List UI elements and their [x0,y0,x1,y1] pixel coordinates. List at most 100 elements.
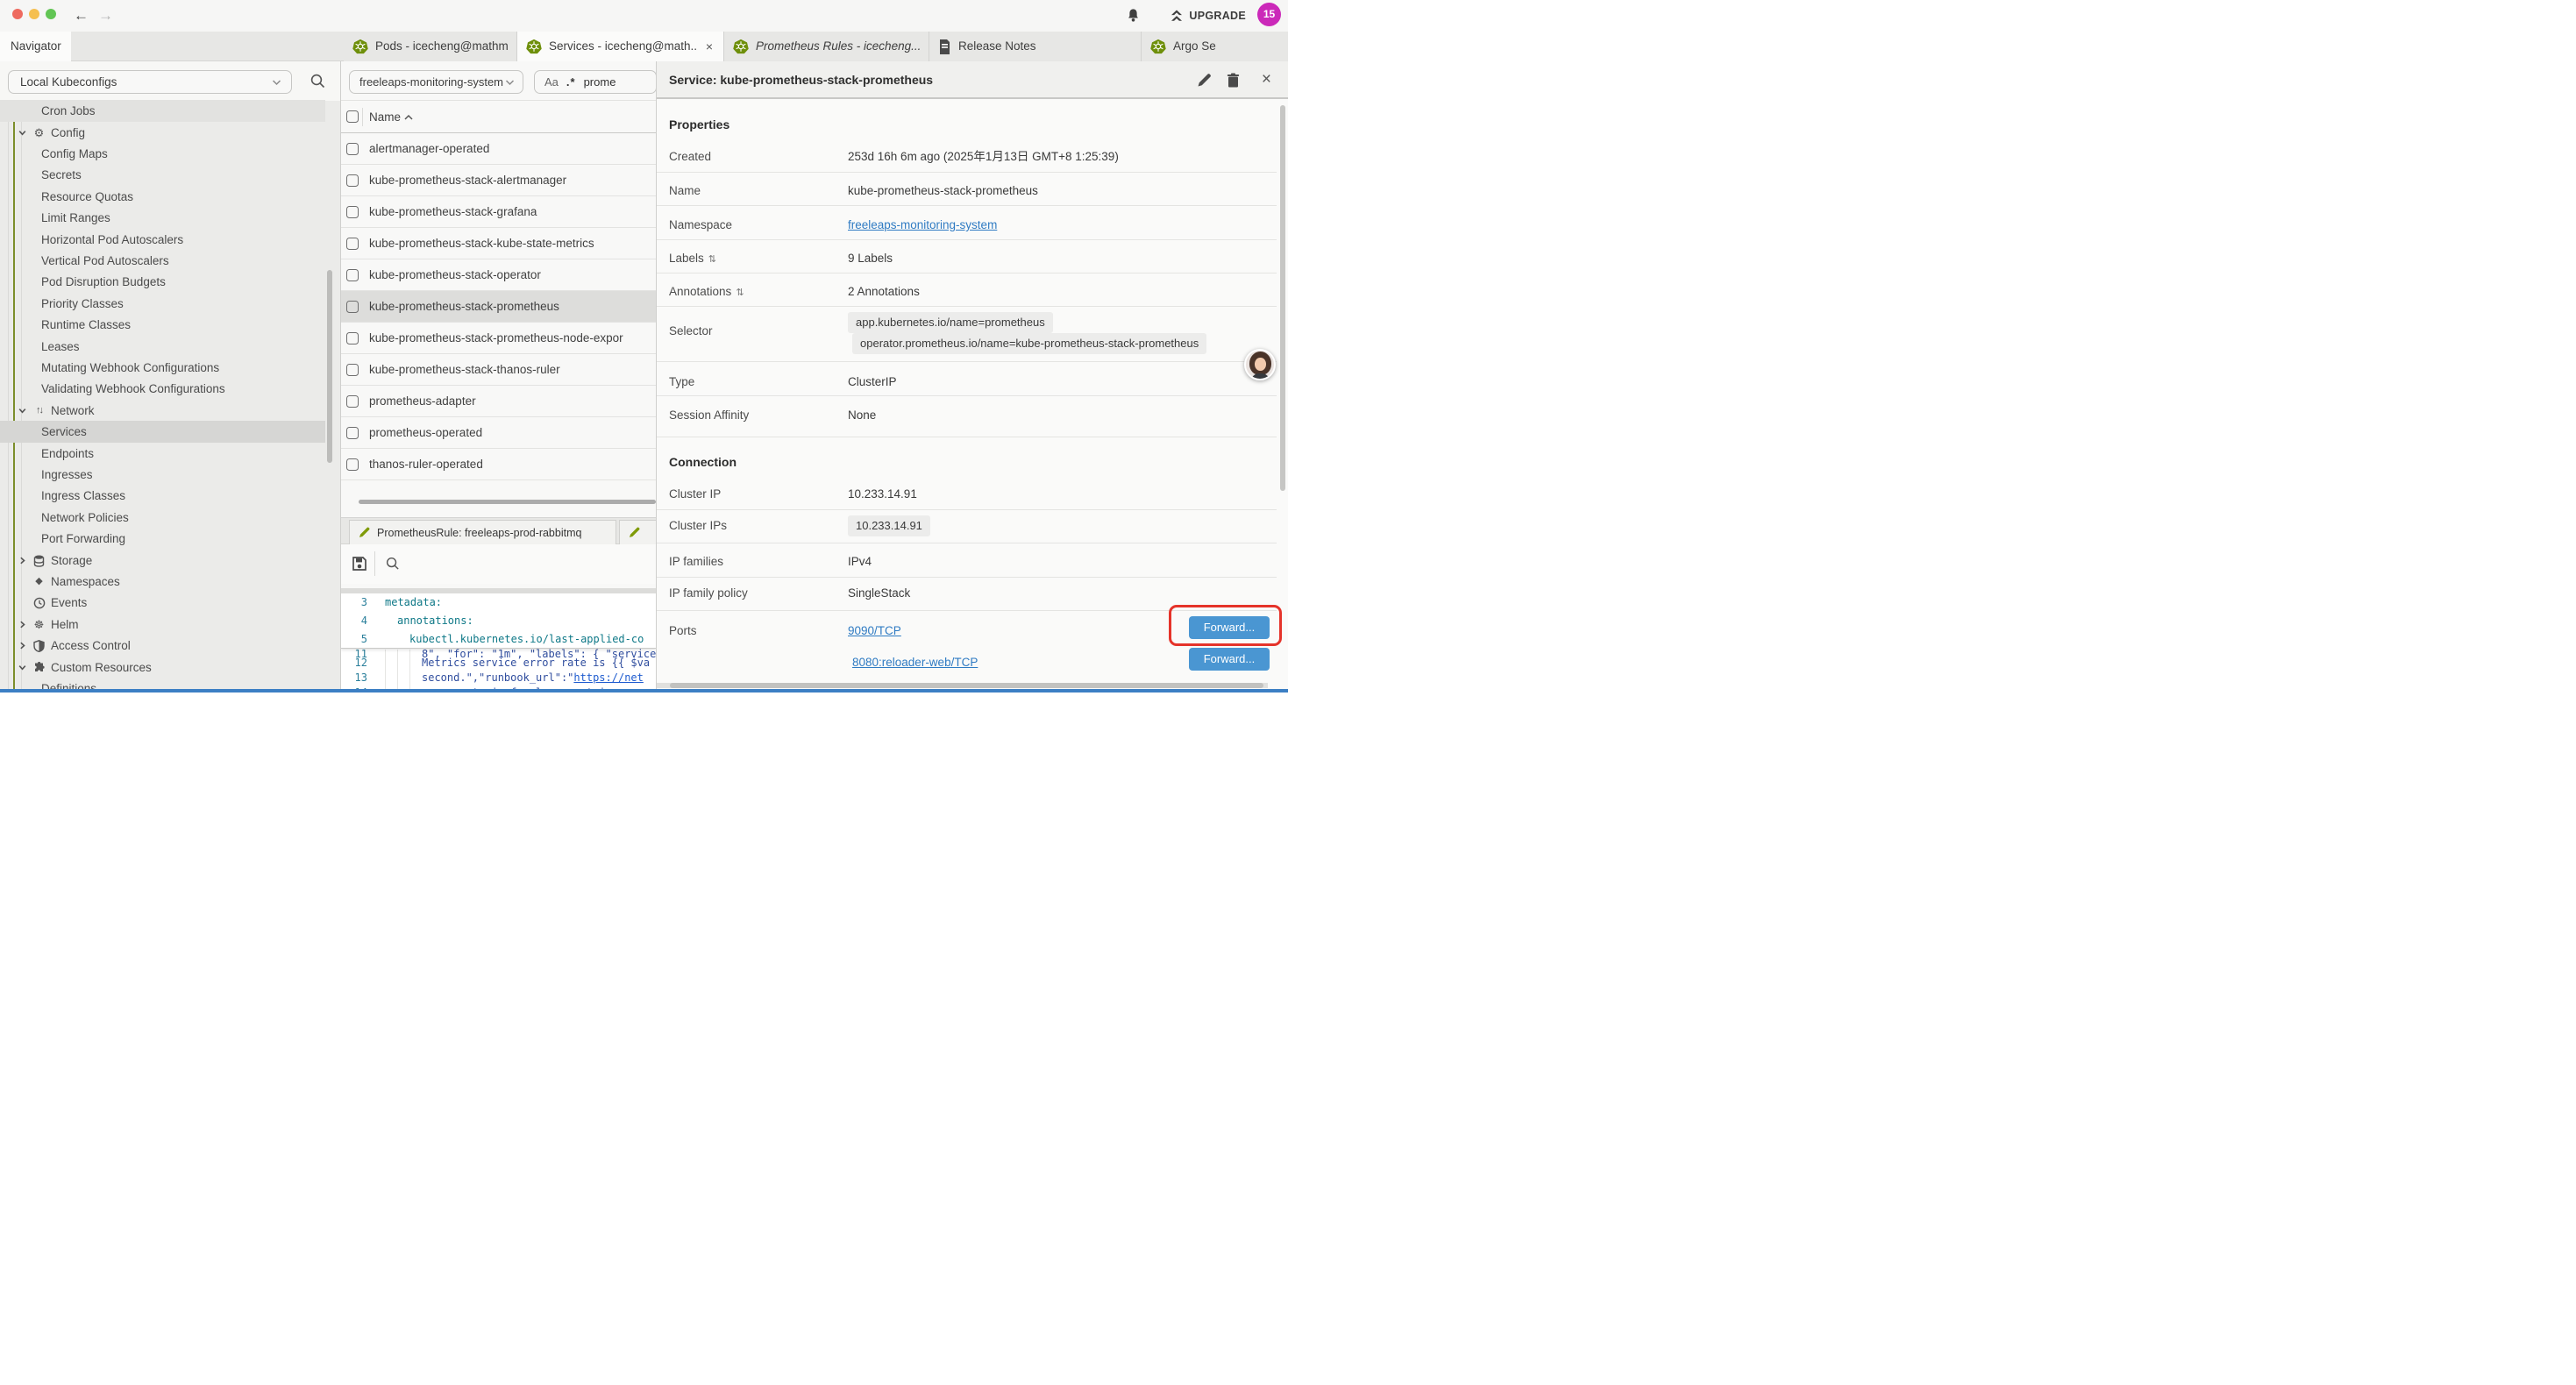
table-row[interactable]: prometheus-operated [341,417,656,449]
sidebar-item-vertical-pod-autoscalers[interactable]: Vertical Pod Autoscalers [0,250,341,272]
tab-services[interactable]: Services - icecheng@math... × [517,32,724,61]
sidebar-item-horizontal-pod-autoscalers[interactable]: Horizontal Pod Autoscalers [0,229,341,251]
tab-pods[interactable]: Pods - icecheng@mathmas... [344,32,517,61]
table-row[interactable]: kube-prometheus-stack-grafana [341,196,656,228]
forward-button[interactable]: → [98,0,113,32]
row-checkbox[interactable] [346,301,359,313]
table-row[interactable]: kube-prometheus-stack-kube-state-metrics [341,228,656,259]
horizontal-scrollbar[interactable] [359,500,656,504]
row-checkbox[interactable] [346,206,359,218]
table-row-selected[interactable]: kube-prometheus-stack-prometheus [341,291,656,323]
filter-input[interactable]: Aa .* prome [534,70,656,94]
table-row[interactable]: kube-prometheus-stack-prometheus-node-ex… [341,323,656,354]
sidebar-scrollbar[interactable] [327,270,332,463]
pencil-icon [359,527,370,538]
row-checkbox[interactable] [346,427,359,439]
sidebar-item-limit-ranges[interactable]: Limit Ranges [0,207,341,229]
cluster-ips-label: Cluster IPs [669,517,727,535]
drawer-horizontal-scrollbar-thumb[interactable] [670,683,1263,688]
row-checkbox[interactable] [346,174,359,187]
close-tab-icon[interactable]: × [704,32,715,61]
port-link-9090[interactable]: 9090/TCP [848,622,901,640]
sidebar-item-runtime-classes[interactable]: Runtime Classes [0,314,341,336]
tab-argo[interactable]: Argo Se [1142,32,1288,61]
yaml-editor[interactable]: 11 8", "for": "1m", "labels": { "service… [341,593,656,692]
sidebar-item-endpoints[interactable]: Endpoints [0,443,341,465]
namespace-dropdown[interactable]: freeleaps-monitoring-system [349,70,523,94]
row-checkbox[interactable] [346,332,359,344]
sidebar-item-ingresses[interactable]: Ingresses [0,464,341,486]
sidebar-item-priority-classes[interactable]: Priority Classes [0,293,341,315]
sidebar-item-mutating-webhook-configurations[interactable]: Mutating Webhook Configurations [0,357,341,379]
table-row[interactable]: thanos-ruler-operated [341,449,656,480]
tab-release-notes[interactable]: Release Notes [929,32,1142,61]
regex-toggle[interactable]: .* [566,75,576,89]
row-checkbox[interactable] [346,458,359,471]
sidebar-item-port-forwarding[interactable]: Port Forwarding [0,528,341,550]
namespace-link[interactable]: freeleaps-monitoring-system [848,217,997,234]
save-icon[interactable] [352,556,367,572]
sidebar-group-network[interactable]: ↑↓ Network [0,400,341,422]
editor-tab-prometheusrule[interactable]: PrometheusRule: freeleaps-prod-rabbitmq [349,520,616,544]
sidebar-group-helm[interactable]: ☸ Helm [0,614,341,636]
search-icon[interactable] [310,73,326,89]
table-row[interactable]: kube-prometheus-stack-alertmanager [341,165,656,196]
avatar[interactable] [1244,349,1276,380]
sidebar-item-config-maps[interactable]: Config Maps [0,143,341,165]
annotations-value[interactable]: 2 Annotations [848,283,920,301]
sidebar-item-namespaces[interactable]: ◆ Namespaces [0,571,341,593]
editor-search-icon[interactable] [385,556,401,572]
match-case-toggle[interactable]: Aa [544,75,559,89]
row-checkbox[interactable] [346,143,359,155]
row-checkbox[interactable] [346,238,359,250]
selector-label: Selector [669,323,713,340]
sidebar-item-ingress-classes[interactable]: Ingress Classes [0,485,341,507]
labels-value[interactable]: 9 Labels [848,250,893,267]
sidebar-item-secrets[interactable]: Secrets [0,164,341,186]
tab-prometheus-rules[interactable]: Prometheus Rules - icecheng... [724,32,929,61]
close-icon[interactable]: × [1262,69,1271,90]
port-link-8080[interactable]: 8080:reloader-web/TCP [852,654,978,671]
row-checkbox[interactable] [346,395,359,408]
column-header-name[interactable]: Name [369,101,401,133]
sidebar-group-custom-resources[interactable]: Custom Resources [0,657,341,678]
row-checkbox[interactable] [346,364,359,376]
sidebar-item-leases[interactable]: Leases [0,336,341,358]
navigator-tab[interactable]: Navigator [0,32,71,61]
sidebar-group-access-control[interactable]: Access Control [0,635,341,657]
sidebar-item-validating-webhook-configurations[interactable]: Validating Webhook Configurations [0,378,341,400]
close-window-button[interactable] [12,9,23,19]
sidebar-group-storage[interactable]: Storage [0,550,341,572]
table-row[interactable]: prometheus-adapter [341,386,656,417]
cluster-ips-chip[interactable]: 10.233.14.91 [848,515,930,536]
select-all-checkbox[interactable] [346,110,359,123]
table-row[interactable]: kube-prometheus-stack-thanos-ruler [341,354,656,386]
sidebar-group-config[interactable]: ⚙ Config [0,122,341,144]
upgrade-button[interactable]: UPGRADE [1170,0,1246,32]
notifications-bell-icon[interactable] [1126,8,1141,24]
sidebar-item-services[interactable]: Services [0,421,325,443]
delete-trash-icon[interactable] [1227,73,1240,88]
sort-ascending-icon[interactable] [403,113,414,122]
selector-chip[interactable]: app.kubernetes.io/name=prometheus [848,312,1053,333]
sidebar-item-pod-disruption-budgets[interactable]: Pod Disruption Budgets [0,271,341,293]
runbook-url-link[interactable]: https://net [573,671,643,684]
table-row[interactable]: alertmanager-operated [341,133,656,165]
back-button[interactable]: ← [74,0,89,32]
forward-button-8080[interactable]: Forward... [1189,648,1270,671]
drawer-vertical-scrollbar[interactable] [1280,105,1285,491]
row-checkbox[interactable] [346,269,359,281]
table-row[interactable]: kube-prometheus-stack-operator [341,259,656,291]
edit-pencil-icon[interactable] [1197,73,1212,88]
sidebar-item-resource-quotas[interactable]: Resource Quotas [0,186,341,208]
editor-tab-next[interactable] [619,520,656,544]
kubeconfig-dropdown[interactable]: Local Kubeconfigs [8,70,292,94]
sidebar-item-network-policies[interactable]: Network Policies [0,507,341,529]
indent-guide [385,650,386,692]
sidebar-item-events[interactable]: Events [0,592,341,614]
maximize-window-button[interactable] [46,9,56,19]
notification-count-badge[interactable]: 15 [1257,3,1281,26]
selector-chip[interactable]: operator.prometheus.io/name=kube-prometh… [852,333,1206,354]
minimize-window-button[interactable] [29,9,39,19]
sidebar-item-cron-jobs[interactable]: Cron Jobs [0,100,325,122]
